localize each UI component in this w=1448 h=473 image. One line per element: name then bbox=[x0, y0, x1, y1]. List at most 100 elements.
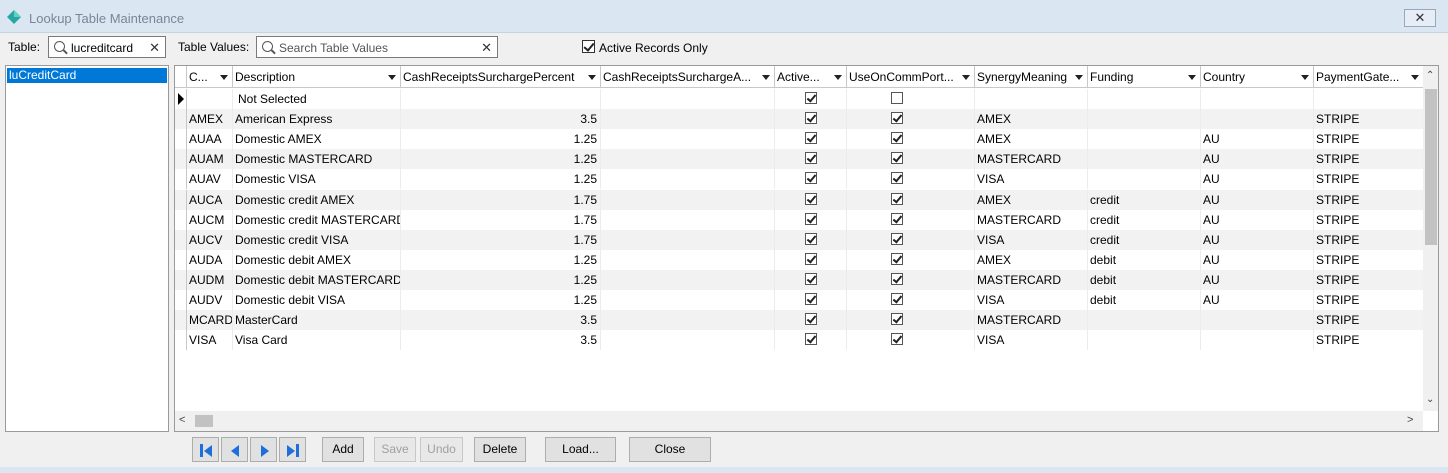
cell-country[interactable]: AU bbox=[1201, 169, 1314, 190]
table-row[interactable]: AUDV Domestic debit VISA 1.25 VISA debit AU ST… bbox=[175, 290, 1424, 310]
row-selector[interactable] bbox=[175, 89, 187, 109]
cell-active[interactable] bbox=[775, 269, 847, 290]
cell-description[interactable]: Domestic AMEX bbox=[233, 129, 401, 150]
cell-checkbox[interactable] bbox=[891, 252, 903, 265]
cell-checkbox[interactable] bbox=[805, 232, 817, 245]
row-selector[interactable] bbox=[175, 269, 187, 290]
cell-use-on-comm-port[interactable] bbox=[847, 109, 975, 130]
undo-button[interactable]: Undo bbox=[420, 437, 463, 462]
cell-surcharge-amount[interactable] bbox=[601, 169, 775, 190]
column-header-synergy-meaning[interactable]: SynergyMeaning bbox=[975, 66, 1088, 88]
cell-use-on-comm-port[interactable] bbox=[847, 310, 975, 331]
cell-surcharge-percent[interactable]: 3.5 bbox=[401, 330, 601, 351]
cell-description[interactable]: Visa Card bbox=[233, 330, 401, 351]
cell-surcharge-amount[interactable] bbox=[601, 149, 775, 170]
table-row[interactable]: AUCV Domestic credit VISA 1.75 VISA credit AU… bbox=[175, 229, 1424, 250]
cell-surcharge-amount[interactable] bbox=[601, 209, 775, 230]
cell-active[interactable] bbox=[775, 290, 847, 310]
cell-surcharge-percent[interactable]: 3.5 bbox=[401, 310, 601, 331]
vertical-scroll-thumb[interactable] bbox=[1425, 89, 1437, 245]
prev-record-button[interactable] bbox=[221, 437, 248, 462]
column-header-country[interactable]: Country bbox=[1201, 66, 1314, 88]
cell-synergy-meaning[interactable]: AMEX bbox=[975, 129, 1088, 150]
cell-payment-gateway[interactable]: STRIPE bbox=[1314, 229, 1424, 250]
cell-funding[interactable] bbox=[1088, 149, 1201, 170]
cell-description[interactable]: Domestic MASTERCARD bbox=[233, 149, 401, 170]
table-row[interactable]: AUAV Domestic VISA 1.25 VISA AU STRIPE bbox=[175, 169, 1424, 190]
next-record-button[interactable] bbox=[250, 437, 277, 462]
filter-dropdown-icon[interactable] bbox=[1411, 75, 1419, 80]
cell-surcharge-amount[interactable] bbox=[601, 229, 775, 250]
cell-payment-gateway[interactable] bbox=[1314, 89, 1424, 109]
cell-funding[interactable]: credit bbox=[1088, 209, 1201, 230]
cell-use-on-comm-port[interactable] bbox=[847, 290, 975, 310]
cell-country[interactable]: AU bbox=[1201, 249, 1314, 270]
cell-surcharge-amount[interactable] bbox=[601, 269, 775, 290]
row-selector[interactable] bbox=[175, 189, 187, 210]
table-search-input[interactable]: lucreditcard ✕ bbox=[48, 36, 166, 58]
active-records-checkbox[interactable] bbox=[582, 40, 595, 53]
column-header-surcharge-percent[interactable]: CashReceiptsSurchargePercent bbox=[401, 66, 601, 88]
cell-synergy-meaning[interactable]: AMEX bbox=[975, 189, 1088, 210]
cell-use-on-comm-port[interactable] bbox=[847, 330, 975, 351]
cell-country[interactable]: AU bbox=[1201, 189, 1314, 210]
first-record-button[interactable] bbox=[192, 437, 219, 462]
cell-code[interactable]: MCARD bbox=[187, 310, 233, 331]
cell-surcharge-percent[interactable]: 1.25 bbox=[401, 129, 601, 150]
scroll-left-icon[interactable]: < bbox=[179, 414, 185, 426]
cell-synergy-meaning[interactable]: MASTERCARD bbox=[975, 310, 1088, 331]
cell-code[interactable]: AUAV bbox=[187, 169, 233, 190]
cell-code[interactable]: AMEX bbox=[187, 109, 233, 130]
scroll-up-icon[interactable]: ⌃ bbox=[1426, 70, 1434, 81]
cell-surcharge-percent[interactable]: 1.25 bbox=[401, 269, 601, 290]
filter-dropdown-icon[interactable] bbox=[962, 75, 970, 80]
column-header-use-on-comm-port[interactable]: UseOnCommPort... bbox=[847, 66, 975, 88]
cell-code[interactable]: AUCM bbox=[187, 209, 233, 230]
row-selector[interactable] bbox=[175, 109, 187, 130]
cell-synergy-meaning[interactable]: MASTERCARD bbox=[975, 269, 1088, 290]
cell-payment-gateway[interactable]: STRIPE bbox=[1314, 269, 1424, 290]
cell-use-on-comm-port[interactable] bbox=[847, 249, 975, 270]
cell-description[interactable]: Domestic VISA bbox=[233, 169, 401, 190]
cell-description[interactable]: Domestic credit VISA bbox=[233, 229, 401, 250]
cell-active[interactable] bbox=[775, 129, 847, 150]
cell-checkbox[interactable] bbox=[805, 212, 817, 225]
cell-country[interactable]: AU bbox=[1201, 129, 1314, 150]
cell-code[interactable]: AUDV bbox=[187, 290, 233, 310]
cell-description[interactable]: Domestic debit AMEX bbox=[233, 249, 401, 270]
cell-funding[interactable]: credit bbox=[1088, 189, 1201, 210]
delete-button[interactable]: Delete bbox=[474, 437, 526, 462]
cell-use-on-comm-port[interactable] bbox=[847, 129, 975, 150]
cell-country[interactable] bbox=[1201, 89, 1314, 109]
cell-checkbox[interactable] bbox=[891, 92, 903, 104]
cell-country[interactable] bbox=[1201, 310, 1314, 331]
table-row[interactable]: AUDA Domestic debit AMEX 1.25 AMEX debit AU ST… bbox=[175, 249, 1424, 270]
cell-active[interactable] bbox=[775, 189, 847, 210]
cell-surcharge-amount[interactable] bbox=[601, 109, 775, 130]
cell-checkbox[interactable] bbox=[805, 192, 817, 205]
cell-synergy-meaning[interactable]: AMEX bbox=[975, 249, 1088, 270]
cell-checkbox[interactable] bbox=[891, 313, 903, 326]
column-header-surcharge-amount[interactable]: CashReceiptsSurchargeA... bbox=[601, 66, 775, 88]
cell-checkbox[interactable] bbox=[891, 112, 903, 125]
cell-description[interactable]: American Express bbox=[233, 109, 401, 130]
row-selector[interactable] bbox=[175, 129, 187, 150]
filter-dropdown-icon[interactable] bbox=[220, 75, 228, 80]
row-selector[interactable] bbox=[175, 310, 187, 331]
cell-checkbox[interactable] bbox=[805, 252, 817, 265]
save-button[interactable]: Save bbox=[374, 437, 416, 462]
cell-checkbox[interactable] bbox=[891, 232, 903, 245]
cell-code[interactable] bbox=[187, 89, 233, 109]
cell-active[interactable] bbox=[775, 169, 847, 190]
cell-active[interactable] bbox=[775, 149, 847, 170]
row-selector[interactable] bbox=[175, 330, 187, 351]
cell-synergy-meaning[interactable]: VISA bbox=[975, 169, 1088, 190]
filter-dropdown-icon[interactable] bbox=[762, 75, 770, 80]
cell-description[interactable]: Domestic credit AMEX bbox=[233, 189, 401, 210]
cell-checkbox[interactable] bbox=[805, 172, 817, 185]
cell-code[interactable]: AUCA bbox=[187, 189, 233, 210]
cell-funding[interactable]: debit bbox=[1088, 269, 1201, 290]
cell-code[interactable]: AUDA bbox=[187, 249, 233, 270]
scroll-right-icon[interactable]: > bbox=[1407, 414, 1413, 426]
cell-funding[interactable]: debit bbox=[1088, 290, 1201, 310]
